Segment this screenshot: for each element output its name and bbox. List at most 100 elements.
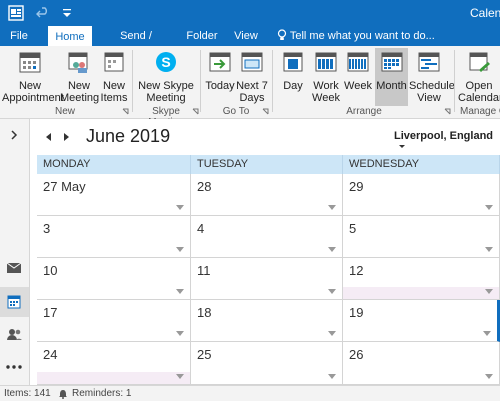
expand-folder-pane-icon[interactable] [9, 129, 19, 141]
more-items-arrow-icon[interactable] [328, 247, 336, 252]
event-strip[interactable] [37, 372, 190, 384]
day-cell[interactable]: 11 [191, 258, 343, 300]
day-cell[interactable]: 5 [343, 216, 500, 258]
day-cell[interactable]: 27 May [37, 174, 191, 216]
day-view-button[interactable]: Day [278, 48, 308, 106]
more-items-arrow-icon[interactable] [176, 289, 184, 294]
calendar-header: June 2019 Liverpool, England [30, 119, 500, 153]
skype-icon: S [156, 52, 176, 72]
dialog-launcher-icon[interactable] [192, 108, 199, 115]
month-grid: MONDAY TUESDAY WEDNESDAY 27 May 28 29 3 … [37, 155, 500, 385]
today-button[interactable]: Today [204, 48, 236, 106]
calendar-nav-selected[interactable] [0, 287, 29, 317]
more-icon[interactable] [5, 364, 23, 370]
day-cell[interactable]: 18 [191, 300, 343, 342]
dialog-launcher-icon[interactable] [122, 108, 129, 115]
day-number: 18 [197, 305, 212, 320]
more-items-arrow-icon[interactable] [328, 205, 336, 210]
dialog-launcher-icon[interactable] [444, 108, 451, 115]
next-month-icon[interactable] [63, 132, 71, 142]
new-items-button[interactable]: New Items [98, 48, 130, 106]
location-dropdown-icon [399, 145, 405, 148]
ribbon-separator [454, 50, 455, 112]
open-calendar-button[interactable]: Open Calendar [458, 48, 500, 106]
quick-access-dropdown-icon[interactable] [62, 8, 72, 18]
more-items-arrow-icon[interactable] [485, 205, 493, 210]
previous-month-icon[interactable] [44, 132, 52, 142]
day-cell[interactable]: 10 [37, 258, 191, 300]
mail-icon[interactable] [6, 262, 22, 274]
day-cell[interactable]: 26 [343, 342, 500, 385]
new-appointment-button[interactable]: New Appointment [2, 48, 64, 106]
more-items-arrow-icon[interactable] [176, 247, 184, 252]
day-cell[interactable]: 17 [37, 300, 191, 342]
more-items-arrow-icon[interactable] [328, 331, 336, 336]
svg-text:S: S [161, 54, 170, 70]
more-items-arrow-icon[interactable] [485, 247, 493, 252]
work-week-view-button[interactable]: Work Week [310, 48, 342, 106]
week-view-button[interactable]: Week [343, 48, 373, 106]
day-header-tuesday: TUESDAY [191, 155, 343, 174]
day-cell[interactable]: 24 [37, 342, 191, 385]
new-meeting-button[interactable]: New Meeting [60, 48, 99, 106]
ribbon-separator [132, 50, 133, 112]
meeting-icon [68, 52, 88, 73]
day-cell-today[interactable]: 19 [343, 300, 500, 342]
work-week-label: Work Week [312, 80, 340, 104]
day-cell[interactable]: 25 [191, 342, 343, 385]
open-calendar-icon [469, 52, 490, 72]
calendar-new-icon [19, 52, 41, 73]
people-icon[interactable] [6, 328, 22, 340]
location-label: Liverpool, England [394, 130, 494, 142]
new-skype-meeting-label: New Skype Meeting [138, 80, 194, 104]
day-number: 3 [43, 221, 51, 236]
day-number: 11 [197, 263, 211, 278]
tab-home[interactable]: Home [48, 26, 92, 47]
more-items-arrow-icon[interactable] [485, 289, 493, 294]
item-count: Items: 141 [4, 388, 51, 399]
new-appointment-label: New Appointment [2, 80, 64, 104]
more-items-arrow-icon[interactable] [483, 331, 491, 336]
manage-group-label: Manage C [460, 106, 500, 117]
month-view-button[interactable]: Month [375, 48, 408, 106]
day-cell[interactable]: 28 [191, 174, 343, 216]
more-items-arrow-icon[interactable] [176, 205, 184, 210]
undo-icon[interactable] [36, 6, 50, 20]
day-cell[interactable]: 29 [343, 174, 500, 216]
schedule-view-button[interactable]: Schedule View [409, 48, 455, 106]
more-items-arrow-icon[interactable] [328, 374, 336, 379]
more-items-arrow-icon[interactable] [328, 289, 336, 294]
more-items-arrow-icon[interactable] [176, 374, 184, 379]
day-header-wednesday: WEDNESDAY [343, 155, 500, 174]
more-items-arrow-icon[interactable] [176, 331, 184, 336]
day-cell[interactable]: 3 [37, 216, 191, 258]
more-items-arrow-icon[interactable] [485, 374, 493, 379]
next-7-days-label: Next 7 Days [236, 80, 268, 104]
dialog-launcher-icon[interactable] [262, 108, 269, 115]
day-cell[interactable]: 4 [191, 216, 343, 258]
day-number: 28 [197, 179, 212, 194]
day-number: 12 [349, 263, 364, 278]
reminders-count[interactable]: Reminders: 1 [72, 386, 131, 401]
status-bar: Items: 141 Reminders: 1 [0, 385, 500, 401]
tab-send-receive[interactable]: Send / Receive [100, 26, 172, 62]
tell-me-box[interactable]: Tell me what you want to do... [277, 26, 435, 46]
ribbon-separator [200, 50, 201, 112]
next-7-days-button[interactable]: Next 7 Days [236, 48, 268, 106]
calendar-icon [7, 295, 21, 309]
title-bar: Calen [0, 0, 500, 26]
month-title: June 2019 [86, 126, 171, 146]
event-strip[interactable] [343, 287, 499, 299]
navigation-rail [0, 119, 30, 385]
tab-view[interactable]: View [230, 26, 262, 46]
new-skype-meeting-button[interactable]: S New Skype Meeting [138, 48, 194, 106]
tab-folder[interactable]: Folder [182, 26, 222, 46]
lightbulb-icon [277, 29, 287, 40]
day-cell[interactable]: 12 [343, 258, 500, 300]
tab-file[interactable]: File [0, 26, 38, 46]
day-number: 17 [43, 305, 58, 320]
ribbon-separator [272, 50, 273, 112]
day-view-label: Day [283, 80, 303, 92]
today-label: Today [205, 80, 235, 92]
weather-location[interactable]: Liverpool, England [394, 130, 500, 154]
